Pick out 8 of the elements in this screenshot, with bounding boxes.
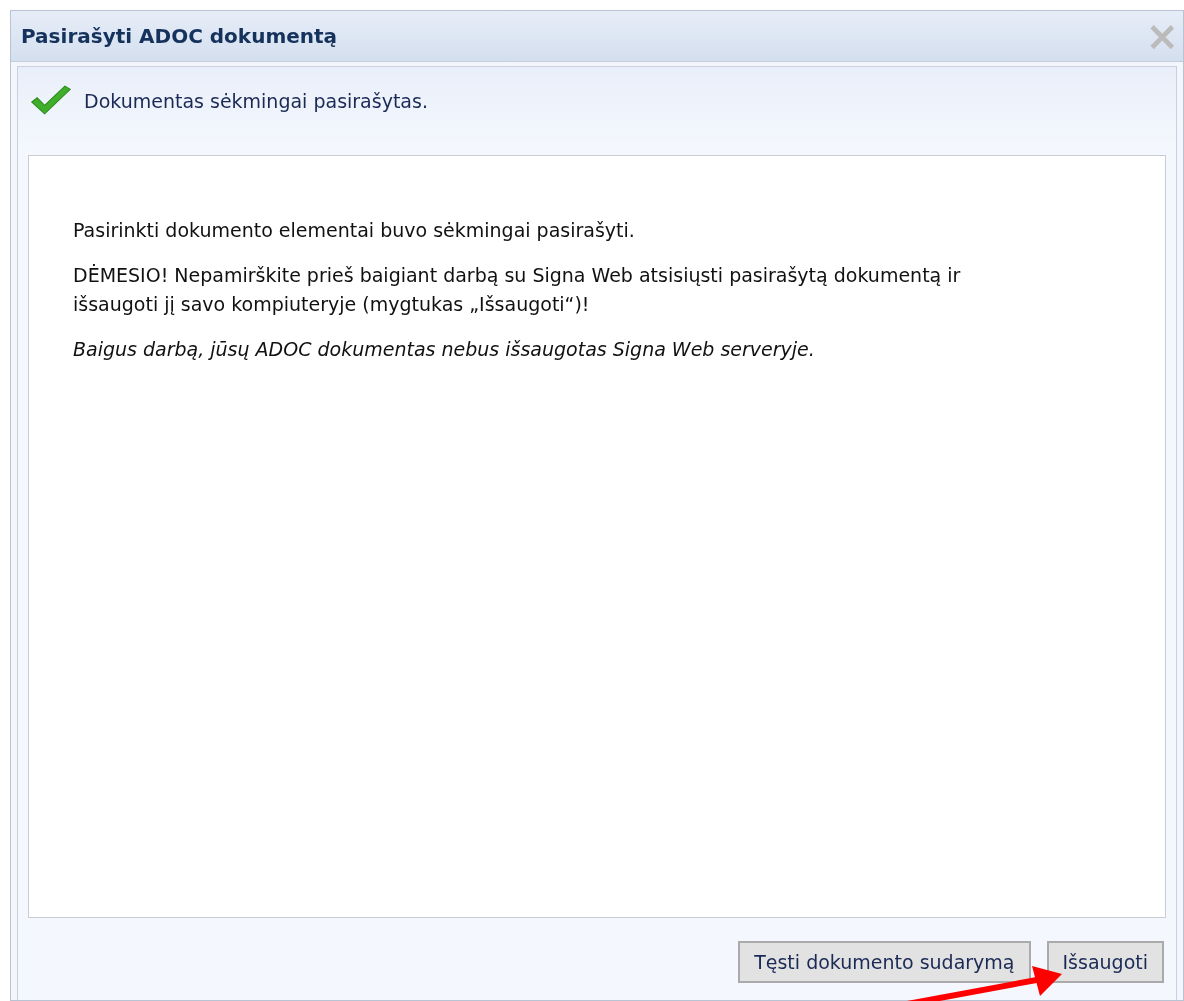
checkmark-icon xyxy=(28,85,74,117)
message-paragraph: DĖMESIO! Nepamirškite prieš baigiant darbą su Signa Web atsisiųsti pasirašytą dokumentą ir išsaugoti jį savo kompiuteryje (mygtukas „Išsaugoti“)! xyxy=(73,263,962,317)
dialog-title: Pasirašyti ADOC dokumentą xyxy=(21,24,338,48)
message-paragraph: Baigus darbą, jūsų ADOC dokumentas nebus išsaugotas Signa Web serveryje. xyxy=(73,337,816,362)
dialog-button[interactable]: Tęsti dokumento sudarymą xyxy=(738,941,1031,983)
status-message: Dokumentas sėkmingai pasirašytas. xyxy=(84,90,428,112)
dialog-button[interactable]: Išsaugoti xyxy=(1046,941,1164,983)
message-paragraph: Pasirinkti dokumento elementai buvo sėkmingai pasirašyti. xyxy=(73,218,636,243)
